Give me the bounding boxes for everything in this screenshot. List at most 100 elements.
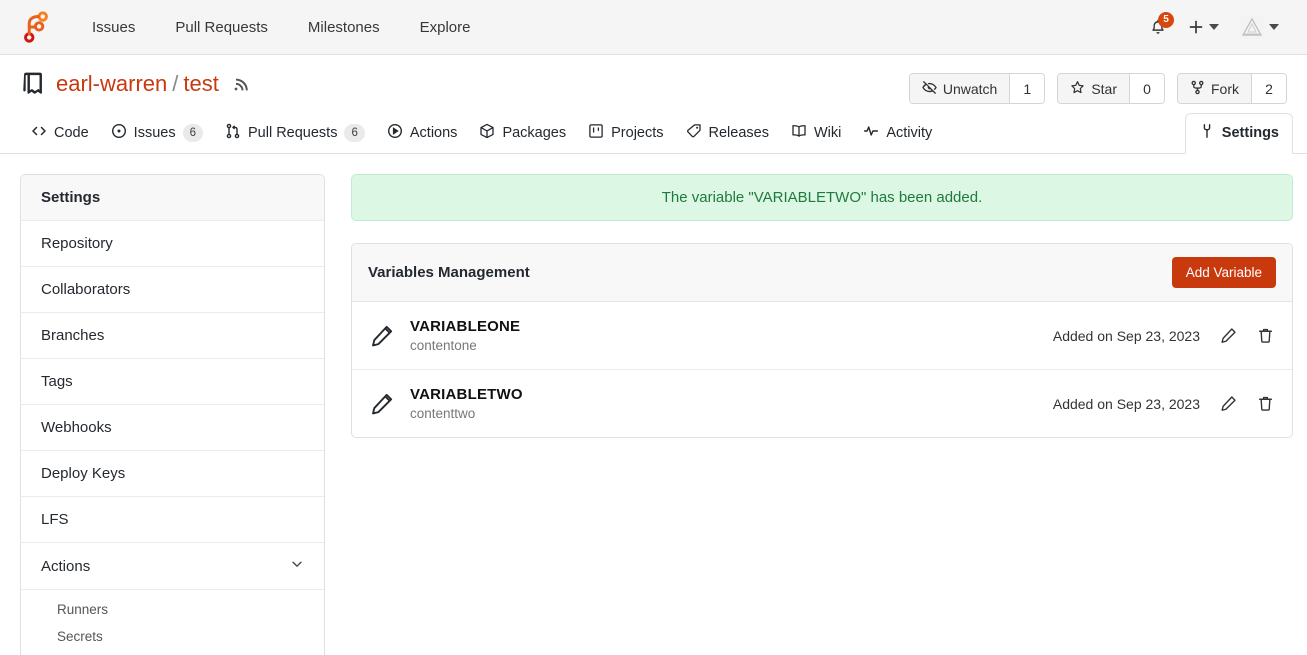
page-body: Settings Repository Collaborators Branch…: [0, 154, 1307, 655]
variable-content: contenttwo: [410, 406, 523, 421]
fork-button-group: Fork 2: [1177, 73, 1287, 104]
sidebar-item-lfs[interactable]: LFS: [21, 497, 324, 543]
rss-icon[interactable]: [233, 76, 249, 92]
pencil-icon: [370, 392, 394, 416]
watch-count[interactable]: 1: [1010, 74, 1044, 103]
sidebar-item-webhooks[interactable]: Webhooks: [21, 405, 324, 451]
tab-pull-requests-badge: 6: [344, 124, 364, 143]
sidebar-item-collaborators[interactable]: Collaborators: [21, 267, 324, 313]
star-button-group: Star 0: [1057, 73, 1165, 104]
main-content: The variable "VARIABLETWO" has been adde…: [351, 174, 1293, 655]
variable-name: VARIABLETWO: [410, 386, 523, 403]
tab-releases-label: Releases: [709, 125, 769, 141]
repo-tab-bar: Code Issues 6 Pull Requests 6 Actions: [0, 116, 1307, 154]
avatar: [1239, 14, 1265, 40]
tab-activity-label: Activity: [886, 125, 932, 141]
pulse-icon: [863, 123, 879, 143]
notifications-button[interactable]: 5: [1141, 12, 1175, 42]
nav-link-milestones[interactable]: Milestones: [288, 11, 400, 44]
star-label: Star: [1091, 81, 1117, 97]
fork-count[interactable]: 2: [1252, 74, 1286, 103]
star-count[interactable]: 0: [1130, 74, 1164, 103]
tag-icon: [686, 123, 702, 143]
watch-button-group: Unwatch 1: [909, 73, 1045, 104]
unwatch-button[interactable]: Unwatch: [910, 74, 1010, 103]
table-row: VARIABLETWO contenttwo Added on Sep 23, …: [352, 370, 1292, 437]
tab-actions-label: Actions: [410, 125, 458, 141]
tab-issues[interactable]: Issues 6: [100, 123, 214, 153]
nav-link-explore[interactable]: Explore: [400, 11, 491, 44]
delete-variable-button[interactable]: [1257, 395, 1274, 412]
variable-row-actions: Added on Sep 23, 2023: [1053, 395, 1274, 412]
tab-pull-requests-label: Pull Requests: [248, 125, 337, 141]
tab-settings-label: Settings: [1222, 125, 1279, 141]
user-menu-button[interactable]: [1231, 8, 1287, 46]
edit-variable-button[interactable]: [1220, 327, 1237, 344]
book-icon: [791, 123, 807, 143]
sidebar-item-variables[interactable]: Variables: [21, 650, 324, 655]
tab-activity[interactable]: Activity: [852, 123, 943, 153]
sidebar-item-branches[interactable]: Branches: [21, 313, 324, 359]
variable-info: VARIABLETWO contenttwo: [410, 386, 523, 421]
repo-header: earl-warren / test Unwatch: [0, 55, 1307, 104]
repo-name-link[interactable]: test: [183, 71, 218, 97]
sidebar-item-secrets[interactable]: Secrets: [21, 623, 324, 650]
chevron-down-icon: [1209, 24, 1219, 30]
settings-sidebar: Settings Repository Collaborators Branch…: [20, 174, 325, 655]
repo-owner-link[interactable]: earl-warren: [56, 71, 167, 97]
tab-pull-requests[interactable]: Pull Requests 6: [214, 123, 376, 153]
sidebar-header: Settings: [21, 175, 324, 221]
variable-content: contentone: [410, 338, 520, 353]
table-row: VARIABLEONE contentone Added on Sep 23, …: [352, 302, 1292, 370]
tab-issues-label: Issues: [134, 125, 176, 141]
nav-link-issues[interactable]: Issues: [72, 11, 155, 44]
tab-wiki-label: Wiki: [814, 125, 841, 141]
sidebar-item-deploy-keys[interactable]: Deploy Keys: [21, 451, 324, 497]
tab-projects[interactable]: Projects: [577, 123, 674, 153]
tab-wiki[interactable]: Wiki: [780, 123, 852, 153]
repo-path-separator: /: [171, 71, 179, 97]
tab-settings[interactable]: Settings: [1185, 113, 1293, 154]
nav-link-pull-requests[interactable]: Pull Requests: [155, 11, 288, 44]
star-button[interactable]: Star: [1058, 74, 1130, 103]
issue-opened-icon: [111, 123, 127, 143]
create-new-button[interactable]: [1179, 12, 1227, 42]
eye-slash-icon: [922, 80, 937, 98]
tab-packages[interactable]: Packages: [468, 123, 577, 153]
play-circle-icon: [387, 123, 403, 143]
nav-links: Issues Pull Requests Milestones Explore: [72, 11, 490, 44]
tab-code-label: Code: [54, 125, 89, 141]
edit-variable-button[interactable]: [1220, 395, 1237, 412]
sidebar-actions-subitems: Runners Secrets Variables: [21, 590, 324, 655]
navbar-right-actions: 5: [1141, 8, 1293, 46]
sidebar-item-tags[interactable]: Tags: [21, 359, 324, 405]
star-icon: [1070, 80, 1085, 98]
unwatch-label: Unwatch: [943, 81, 997, 97]
fork-label: Fork: [1211, 81, 1239, 97]
pencil-icon: [370, 324, 394, 348]
page-title: Variables Management: [368, 264, 530, 281]
tab-releases[interactable]: Releases: [675, 123, 780, 153]
variable-row-actions: Added on Sep 23, 2023: [1053, 327, 1274, 344]
fork-button[interactable]: Fork: [1178, 74, 1252, 103]
tools-icon: [1199, 123, 1215, 143]
variable-added-date: Added on Sep 23, 2023: [1053, 396, 1200, 412]
git-pull-request-icon: [225, 123, 241, 143]
repo-book-icon: [20, 71, 46, 97]
sidebar-item-actions-label: Actions: [41, 558, 90, 575]
tab-actions[interactable]: Actions: [376, 123, 469, 153]
package-icon: [479, 123, 495, 143]
flash-success-message: The variable "VARIABLETWO" has been adde…: [351, 174, 1293, 221]
add-variable-button[interactable]: Add Variable: [1172, 257, 1276, 288]
tab-code[interactable]: Code: [20, 123, 100, 153]
forgejo-logo[interactable]: [14, 8, 58, 46]
tab-projects-label: Projects: [611, 125, 663, 141]
sidebar-item-runners[interactable]: Runners: [21, 596, 324, 623]
sidebar-item-repository[interactable]: Repository: [21, 221, 324, 267]
tab-issues-badge: 6: [183, 124, 203, 143]
delete-variable-button[interactable]: [1257, 327, 1274, 344]
sidebar-item-actions[interactable]: Actions: [21, 543, 324, 590]
tab-packages-label: Packages: [502, 125, 566, 141]
top-navbar: Issues Pull Requests Milestones Explore …: [0, 0, 1307, 55]
chevron-down-icon: [290, 557, 304, 575]
